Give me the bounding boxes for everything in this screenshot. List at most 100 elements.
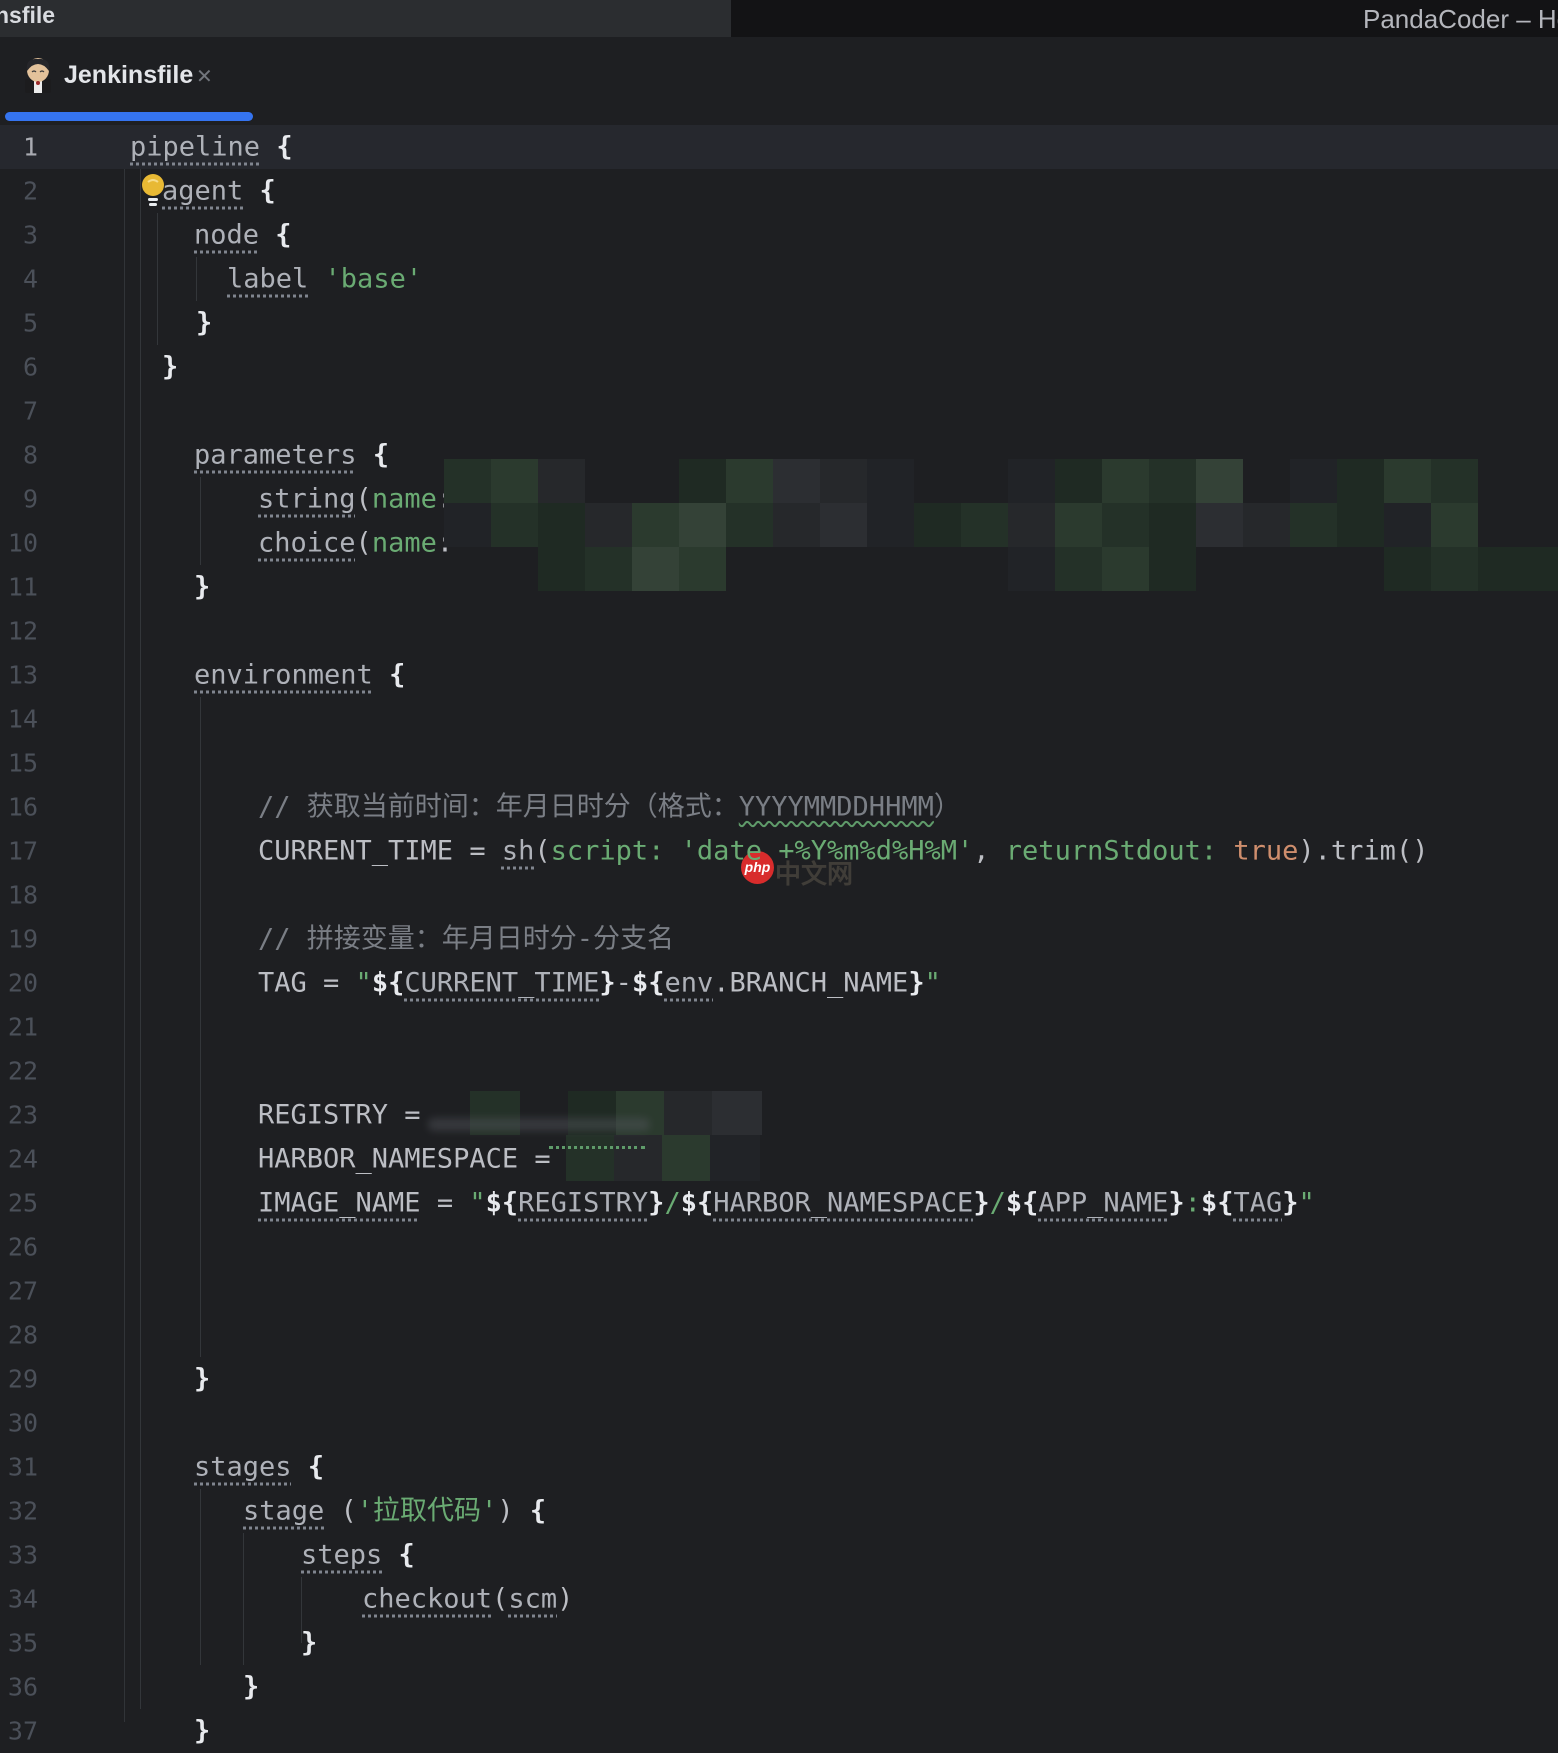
line-number[interactable]: 18: [0, 881, 38, 910]
redaction-mosaic-cell: [538, 459, 585, 503]
code-line[interactable]: 2 agent {: [0, 169, 1558, 213]
line-number[interactable]: 23: [0, 1101, 38, 1130]
code-text: IMAGE_NAME = "${REGISTRY}/${HARBOR_NAMES…: [258, 1190, 1315, 1217]
code-line[interactable]: 19 // 拼接变量：年月日时分-分支名: [0, 917, 1558, 961]
code-line[interactable]: 7: [0, 389, 1558, 433]
code-line[interactable]: 35}: [0, 1621, 1558, 1665]
line-number[interactable]: 35: [0, 1629, 38, 1658]
redaction-mosaic-cell: [773, 459, 820, 503]
line-number[interactable]: 20: [0, 969, 38, 998]
code-line[interactable]: 15: [0, 741, 1558, 785]
code-line[interactable]: 22: [0, 1049, 1558, 1093]
code-text: string(name:: [258, 486, 453, 513]
line-number[interactable]: 15: [0, 749, 38, 778]
code-token: name: [371, 483, 437, 515]
line-number[interactable]: 7: [0, 397, 38, 426]
line-number[interactable]: 12: [0, 617, 38, 646]
code-token: ): [557, 1583, 574, 1615]
code-line[interactable]: 24 HARBOR_NAMESPACE =: [0, 1137, 1558, 1181]
code-token: ${: [680, 1187, 714, 1219]
code-line[interactable]: 5}: [0, 301, 1558, 345]
code-token: {: [529, 1495, 547, 1527]
line-number[interactable]: 17: [0, 837, 38, 866]
code-line[interactable]: 36}: [0, 1665, 1558, 1709]
code-line[interactable]: 13 environment {: [0, 653, 1558, 697]
line-number[interactable]: 31: [0, 1453, 38, 1482]
code-line[interactable]: 32 stage ('拉取代码') {: [0, 1489, 1558, 1533]
line-number[interactable]: 21: [0, 1013, 38, 1042]
code-line[interactable]: 20 TAG = "${CURRENT_TIME}-${env.BRANCH_NA…: [0, 961, 1558, 1005]
code-line[interactable]: 34 checkout(scm): [0, 1577, 1558, 1621]
code-line[interactable]: 37}: [0, 1709, 1558, 1753]
line-number[interactable]: 9: [0, 485, 38, 514]
code-line[interactable]: 4 label 'base': [0, 257, 1558, 301]
line-number[interactable]: 32: [0, 1497, 38, 1526]
code-line[interactable]: 17 CURRENT_TIME = sh(script: 'date +%Y%m%…: [0, 829, 1558, 873]
code-line[interactable]: 33 steps {: [0, 1533, 1558, 1577]
line-number[interactable]: 37: [0, 1717, 38, 1746]
code-line[interactable]: 1 pipeline {: [0, 125, 1558, 169]
code-token: env: [664, 967, 714, 999]
code-token: /: [664, 1187, 681, 1219]
code-line[interactable]: 16 // 获取当前时间：年月日时分（格式：YYYYMMDDHHMM）: [0, 785, 1558, 829]
code-line[interactable]: 21: [0, 1005, 1558, 1049]
code-line[interactable]: 30: [0, 1401, 1558, 1445]
line-number[interactable]: 24: [0, 1145, 38, 1174]
line-number[interactable]: 34: [0, 1585, 38, 1614]
line-number[interactable]: 4: [0, 265, 38, 294]
line-number[interactable]: 26: [0, 1233, 38, 1262]
code-token: checkout: [362, 1583, 493, 1615]
line-number[interactable]: 14: [0, 705, 38, 734]
code-editor[interactable]: php 中文网 1 pipeline {2 agent {3 node {4 label…: [0, 0, 1558, 1746]
code-line[interactable]: 29}: [0, 1357, 1558, 1401]
code-line[interactable]: 6}: [0, 345, 1558, 389]
code-line[interactable]: 28: [0, 1313, 1558, 1357]
redaction-mosaic-cell: [538, 547, 585, 591]
code-token: // 获取当前时间：年月日时分（格式：: [258, 791, 739, 823]
line-number[interactable]: 3: [0, 221, 38, 250]
code-line[interactable]: 31 stages {: [0, 1445, 1558, 1489]
line-number[interactable]: 6: [0, 353, 38, 382]
code-token: ): [497, 1495, 530, 1527]
code-text: label 'base': [227, 266, 422, 293]
code-line[interactable]: 14: [0, 697, 1558, 741]
code-token: ": [924, 967, 941, 999]
code-line[interactable]: 3 node {: [0, 213, 1558, 257]
line-number[interactable]: 29: [0, 1365, 38, 1394]
line-number[interactable]: 13: [0, 661, 38, 690]
line-number[interactable]: 33: [0, 1541, 38, 1570]
code-line[interactable]: 25 IMAGE_NAME = "${REGISTRY}/${HARBOR_NAM…: [0, 1181, 1558, 1225]
line-number[interactable]: 22: [0, 1057, 38, 1086]
redaction-mosaic-cell: [1149, 503, 1196, 547]
line-number[interactable]: 1: [0, 133, 38, 162]
redaction-mosaic-cell: [712, 1091, 762, 1135]
code-line[interactable]: 12: [0, 609, 1558, 653]
line-number[interactable]: 5: [0, 309, 38, 338]
code-line[interactable]: 27: [0, 1269, 1558, 1313]
line-number[interactable]: 10: [0, 529, 38, 558]
line-number[interactable]: 25: [0, 1189, 38, 1218]
code-text: HARBOR_NAMESPACE =: [258, 1146, 567, 1173]
line-number[interactable]: 16: [0, 793, 38, 822]
code-line[interactable]: 23 REGISTRY =: [0, 1093, 1558, 1137]
line-number[interactable]: 28: [0, 1321, 38, 1350]
line-number[interactable]: 2: [0, 177, 38, 206]
code-line[interactable]: 11}: [0, 565, 1558, 609]
code-text: REGISTRY =: [258, 1102, 437, 1129]
line-number[interactable]: 11: [0, 573, 38, 602]
code-token: }: [648, 1187, 665, 1219]
line-number[interactable]: 8: [0, 441, 38, 470]
line-number[interactable]: 19: [0, 925, 38, 954]
line-number[interactable]: 36: [0, 1673, 38, 1702]
code-line[interactable]: 18: [0, 873, 1558, 917]
redaction-mosaic-cell: [710, 1135, 760, 1181]
line-number[interactable]: 27: [0, 1277, 38, 1306]
code-token: string: [258, 483, 356, 515]
line-number[interactable]: 30: [0, 1409, 38, 1438]
code-line[interactable]: 26: [0, 1225, 1558, 1269]
code-token: }: [908, 967, 925, 999]
code-text: environment {: [194, 662, 405, 689]
code-token: }: [194, 1715, 211, 1747]
code-token: parameters: [194, 439, 357, 471]
